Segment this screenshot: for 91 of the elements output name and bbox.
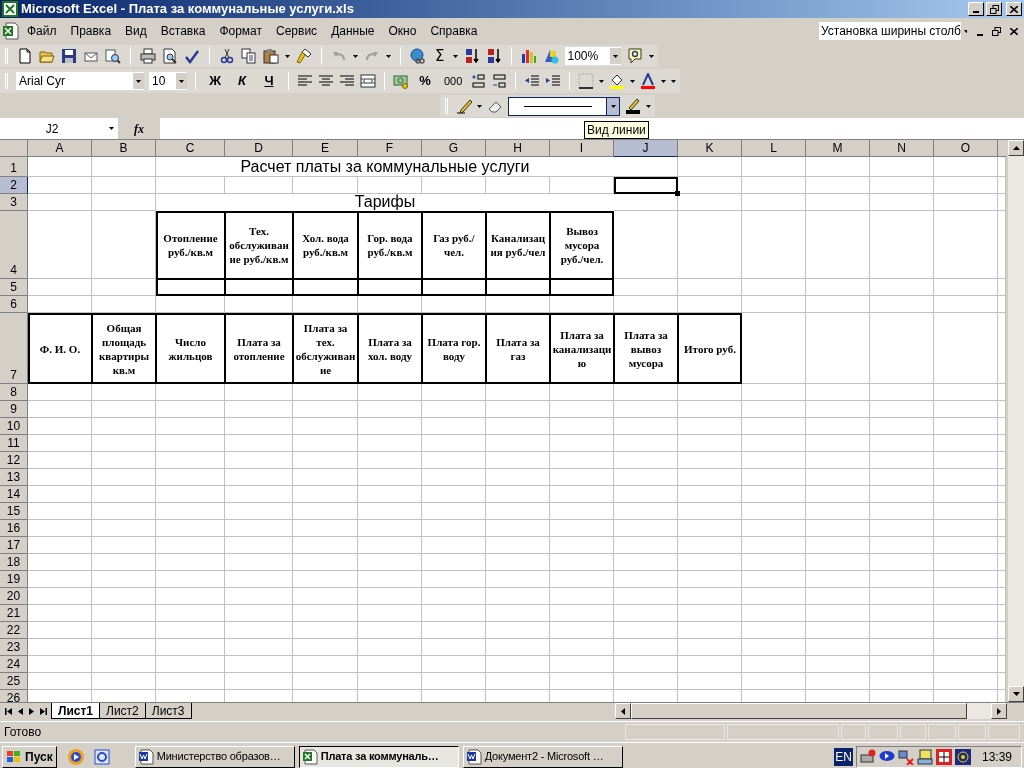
taskbar-button[interactable]: Министерство образов…: [134, 745, 295, 768]
menu-item[interactable]: Файл: [20, 21, 64, 41]
column-header[interactable]: I: [550, 140, 614, 157]
menu-item[interactable]: Вид: [118, 21, 154, 41]
sheet-tab[interactable]: Лист3: [144, 703, 192, 719]
table-header-cell: Плата за канализацию: [550, 313, 614, 384]
row-header[interactable]: 26: [0, 690, 28, 702]
row-header[interactable]: 10: [0, 418, 28, 435]
menu-item[interactable]: Формат: [212, 21, 270, 41]
table-header-cell: Число жильцов: [156, 313, 225, 384]
row-header[interactable]: 20: [0, 588, 28, 605]
row-header[interactable]: 16: [0, 520, 28, 537]
column-header[interactable]: L: [742, 140, 806, 157]
row-header[interactable]: 21: [0, 605, 28, 622]
percent-button[interactable]: %: [414, 71, 436, 91]
menu-item[interactable]: Вставка: [153, 21, 213, 41]
column-header[interactable]: O: [934, 140, 998, 157]
column-header[interactable]: J: [614, 140, 678, 157]
row-header[interactable]: 7: [0, 313, 28, 384]
name-box[interactable]: J2: [0, 118, 118, 139]
table-header-cell: Канализация руб./чел: [486, 211, 550, 279]
table-header-cell: Хол. вода руб./кв.м: [293, 211, 358, 279]
table-header-cell: Общая площадь квартиры кв.м: [92, 313, 156, 384]
font-size-field[interactable]: 10: [149, 72, 187, 90]
table-header-cell: Гор. вода руб./кв.м: [358, 211, 422, 279]
zoom-field[interactable]: 100%: [565, 47, 622, 65]
row-header[interactable]: 15: [0, 503, 28, 520]
row-header[interactable]: 6: [0, 296, 28, 313]
row-header[interactable]: 4: [0, 211, 28, 279]
sheet-tab[interactable]: Лист2: [99, 703, 146, 719]
sheet-tab[interactable]: Лист1: [51, 703, 101, 719]
column-header[interactable]: A: [28, 140, 92, 157]
row-header[interactable]: 3: [0, 194, 28, 211]
table-header-cell: Плата за тех. обслуживание: [293, 313, 358, 384]
help-search-field[interactable]: Установка ширины столб: [819, 22, 967, 40]
row-header[interactable]: 11: [0, 435, 28, 452]
italic-button[interactable]: К: [231, 71, 253, 91]
window-title: Microsoft Excel - Плата за коммунальные услуги.xls: [21, 0, 354, 19]
table-header-cell: Плата за вывоз мусора: [614, 313, 678, 384]
start-button[interactable]: Пуск: [2, 745, 57, 768]
underline-button[interactable]: Ч: [258, 71, 280, 91]
row-header[interactable]: 17: [0, 537, 28, 554]
table-header-cell: Вывоз мусора руб./чел.: [550, 211, 614, 279]
row-header[interactable]: 2: [0, 177, 28, 194]
function-label[interactable]: fx: [134, 119, 144, 138]
column-header[interactable]: B: [92, 140, 156, 157]
menu-item[interactable]: Справка: [423, 21, 485, 41]
column-header[interactable]: N: [870, 140, 934, 157]
row-header[interactable]: 1: [0, 157, 28, 177]
column-header[interactable]: K: [678, 140, 742, 157]
bold-button[interactable]: Ж: [204, 71, 226, 91]
table-header-cell: Плата за хол. воду: [358, 313, 422, 384]
row-header[interactable]: 8: [0, 384, 28, 401]
row-header[interactable]: 24: [0, 656, 28, 673]
column-header[interactable]: M: [806, 140, 870, 157]
autosum-button[interactable]: Σ: [432, 44, 448, 68]
row-header[interactable]: 12: [0, 452, 28, 469]
row-header[interactable]: 19: [0, 571, 28, 588]
column-header[interactable]: C: [156, 140, 225, 157]
taskbar-button[interactable]: Документ2 - Microsoft …: [462, 745, 623, 768]
column-header[interactable]: H: [486, 140, 550, 157]
clock[interactable]: 13:39: [981, 747, 1012, 766]
column-header[interactable]: D: [225, 140, 293, 157]
menu-item[interactable]: Данные: [324, 21, 382, 41]
table-header-cell: Плата гор. воду: [422, 313, 486, 384]
menu-item[interactable]: Окно: [381, 21, 424, 41]
column-header[interactable]: E: [293, 140, 358, 157]
row-header[interactable]: 22: [0, 622, 28, 639]
table-header-cell: Отопление руб./кв.м: [156, 211, 225, 279]
menu-item[interactable]: Правка: [63, 21, 119, 41]
tooltip: Вид линии: [584, 121, 649, 139]
sheet-title: Расчет платы за коммунальные услуги: [156, 157, 614, 177]
taskbar-button[interactable]: Плата за коммуналь…: [298, 745, 459, 768]
table-header-cell: Тех. обслуживание руб./кв.м: [225, 211, 293, 279]
table-header-cell: Газ руб./чел.: [422, 211, 486, 279]
row-header[interactable]: 9: [0, 401, 28, 418]
column-header[interactable]: G: [422, 140, 486, 157]
row-header[interactable]: 23: [0, 639, 28, 656]
column-header[interactable]: F: [358, 140, 422, 157]
row-header[interactable]: 18: [0, 554, 28, 571]
language-indicator[interactable]: EN: [834, 747, 853, 766]
row-header[interactable]: 14: [0, 486, 28, 503]
row-header[interactable]: 25: [0, 673, 28, 690]
menu-item[interactable]: Сервис: [269, 21, 325, 41]
table-header-cell: Плата за отопление: [225, 313, 293, 384]
font-field[interactable]: Arial Cyr: [16, 72, 144, 90]
status-text: Готово: [4, 724, 42, 741]
row-header[interactable]: 5: [0, 279, 28, 296]
table-header-cell: Плата за газ: [486, 313, 550, 384]
row-header[interactable]: 13: [0, 469, 28, 486]
thousands-button[interactable]: 000: [441, 71, 466, 91]
